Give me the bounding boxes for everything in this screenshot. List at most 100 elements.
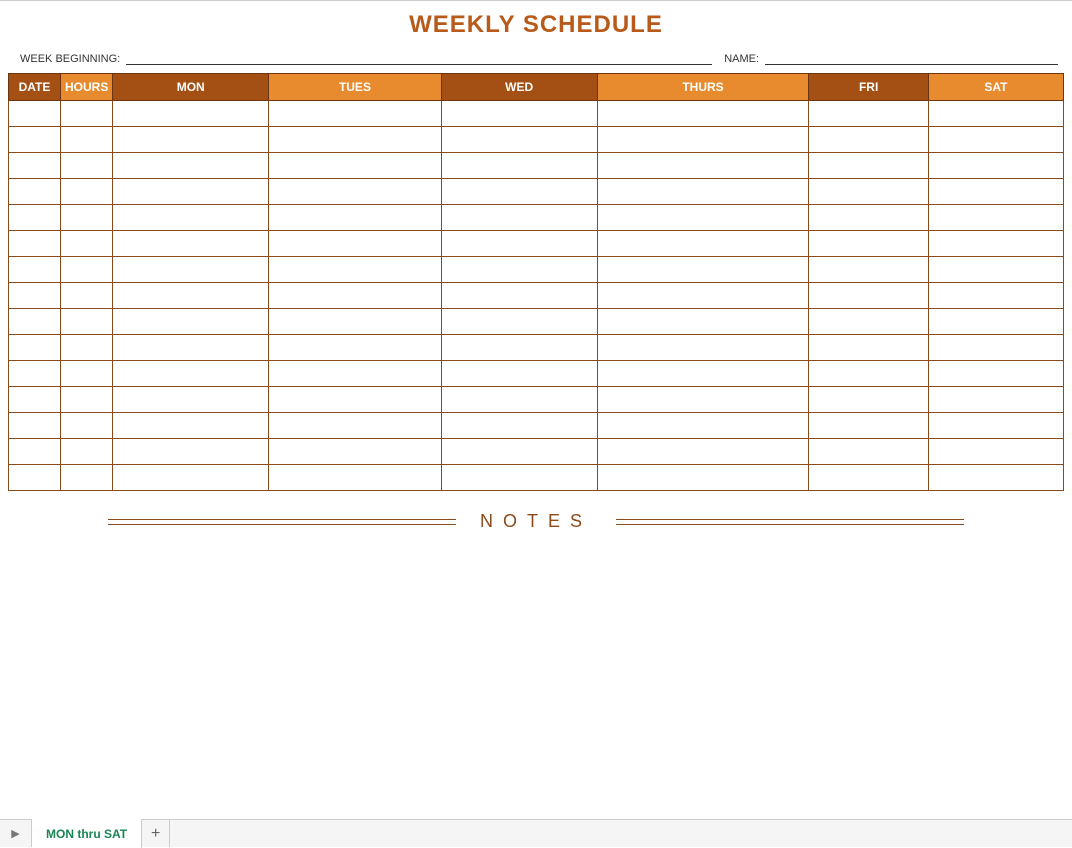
- table-cell[interactable]: [61, 257, 113, 283]
- table-cell[interactable]: [269, 205, 442, 231]
- table-cell[interactable]: [9, 231, 61, 257]
- add-sheet-button[interactable]: +: [142, 820, 170, 847]
- table-cell[interactable]: [441, 231, 597, 257]
- table-cell[interactable]: [597, 153, 809, 179]
- table-cell[interactable]: [928, 231, 1063, 257]
- table-cell[interactable]: [113, 127, 269, 153]
- table-cell[interactable]: [441, 361, 597, 387]
- table-cell[interactable]: [928, 101, 1063, 127]
- table-cell[interactable]: [113, 465, 269, 491]
- table-cell[interactable]: [441, 179, 597, 205]
- table-cell[interactable]: [441, 153, 597, 179]
- table-cell[interactable]: [9, 335, 61, 361]
- tab-nav-button[interactable]: ▶: [0, 820, 32, 847]
- table-cell[interactable]: [61, 231, 113, 257]
- table-cell[interactable]: [597, 309, 809, 335]
- table-cell[interactable]: [61, 465, 113, 491]
- table-cell[interactable]: [61, 387, 113, 413]
- week-beginning-field[interactable]: [126, 51, 712, 65]
- table-cell[interactable]: [597, 439, 809, 465]
- table-cell[interactable]: [61, 439, 113, 465]
- table-cell[interactable]: [597, 361, 809, 387]
- table-cell[interactable]: [441, 439, 597, 465]
- table-cell[interactable]: [597, 101, 809, 127]
- table-cell[interactable]: [113, 309, 269, 335]
- table-cell[interactable]: [597, 127, 809, 153]
- table-cell[interactable]: [597, 413, 809, 439]
- table-cell[interactable]: [269, 257, 442, 283]
- table-cell[interactable]: [441, 335, 597, 361]
- table-cell[interactable]: [928, 465, 1063, 491]
- table-cell[interactable]: [928, 413, 1063, 439]
- table-cell[interactable]: [9, 205, 61, 231]
- table-cell[interactable]: [928, 335, 1063, 361]
- table-cell[interactable]: [113, 179, 269, 205]
- table-cell[interactable]: [9, 465, 61, 491]
- table-cell[interactable]: [113, 361, 269, 387]
- table-cell[interactable]: [269, 153, 442, 179]
- table-cell[interactable]: [9, 439, 61, 465]
- table-cell[interactable]: [9, 361, 61, 387]
- table-cell[interactable]: [809, 283, 928, 309]
- table-cell[interactable]: [269, 309, 442, 335]
- table-cell[interactable]: [61, 205, 113, 231]
- table-cell[interactable]: [441, 413, 597, 439]
- table-cell[interactable]: [113, 101, 269, 127]
- table-cell[interactable]: [9, 283, 61, 309]
- table-cell[interactable]: [809, 179, 928, 205]
- table-cell[interactable]: [809, 257, 928, 283]
- table-cell[interactable]: [113, 387, 269, 413]
- table-cell[interactable]: [597, 335, 809, 361]
- table-cell[interactable]: [597, 257, 809, 283]
- table-cell[interactable]: [269, 231, 442, 257]
- table-cell[interactable]: [61, 283, 113, 309]
- table-cell[interactable]: [441, 387, 597, 413]
- table-cell[interactable]: [113, 283, 269, 309]
- table-cell[interactable]: [9, 179, 61, 205]
- table-cell[interactable]: [9, 101, 61, 127]
- name-field[interactable]: [765, 51, 1058, 65]
- table-cell[interactable]: [269, 283, 442, 309]
- table-cell[interactable]: [809, 309, 928, 335]
- table-cell[interactable]: [597, 283, 809, 309]
- table-cell[interactable]: [809, 335, 928, 361]
- table-cell[interactable]: [61, 179, 113, 205]
- table-cell[interactable]: [809, 361, 928, 387]
- table-cell[interactable]: [928, 205, 1063, 231]
- table-cell[interactable]: [9, 153, 61, 179]
- table-cell[interactable]: [113, 439, 269, 465]
- table-cell[interactable]: [597, 179, 809, 205]
- table-cell[interactable]: [809, 387, 928, 413]
- table-cell[interactable]: [809, 101, 928, 127]
- table-cell[interactable]: [928, 361, 1063, 387]
- table-cell[interactable]: [269, 413, 442, 439]
- table-cell[interactable]: [809, 439, 928, 465]
- table-cell[interactable]: [928, 127, 1063, 153]
- table-cell[interactable]: [113, 153, 269, 179]
- table-cell[interactable]: [809, 205, 928, 231]
- table-cell[interactable]: [809, 231, 928, 257]
- table-cell[interactable]: [269, 127, 442, 153]
- table-cell[interactable]: [61, 413, 113, 439]
- table-cell[interactable]: [597, 465, 809, 491]
- table-cell[interactable]: [597, 387, 809, 413]
- table-cell[interactable]: [928, 153, 1063, 179]
- sheet-tab-mon-sat[interactable]: MON thru SAT: [32, 819, 142, 848]
- table-cell[interactable]: [597, 231, 809, 257]
- table-cell[interactable]: [441, 309, 597, 335]
- table-cell[interactable]: [441, 101, 597, 127]
- table-cell[interactable]: [113, 231, 269, 257]
- table-cell[interactable]: [269, 439, 442, 465]
- table-cell[interactable]: [113, 335, 269, 361]
- table-cell[interactable]: [441, 257, 597, 283]
- table-cell[interactable]: [928, 283, 1063, 309]
- table-cell[interactable]: [441, 127, 597, 153]
- table-cell[interactable]: [269, 387, 442, 413]
- table-cell[interactable]: [928, 439, 1063, 465]
- table-cell[interactable]: [61, 101, 113, 127]
- table-cell[interactable]: [269, 361, 442, 387]
- table-cell[interactable]: [9, 309, 61, 335]
- table-cell[interactable]: [441, 465, 597, 491]
- table-cell[interactable]: [809, 465, 928, 491]
- table-cell[interactable]: [441, 283, 597, 309]
